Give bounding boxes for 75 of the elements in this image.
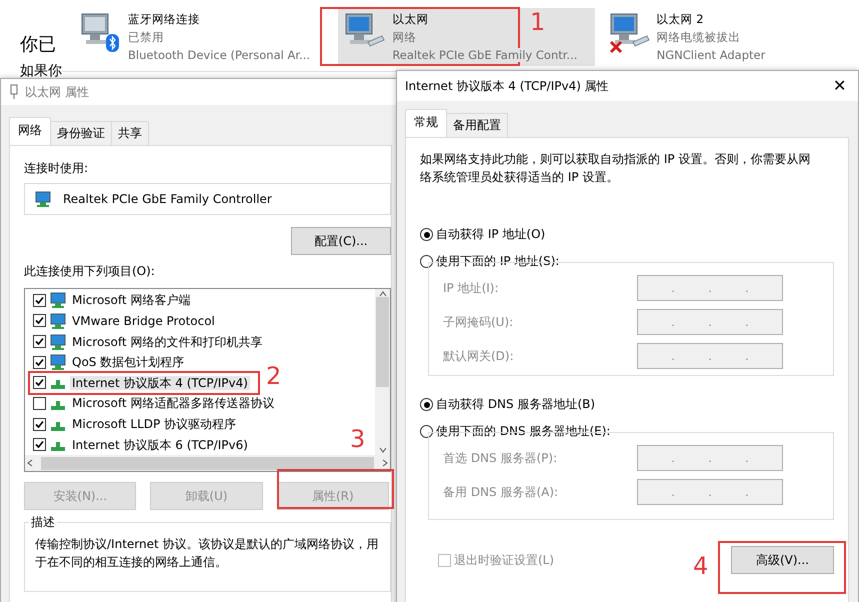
tab[interactable]: 常规	[405, 109, 447, 137]
checkbox[interactable]	[33, 376, 46, 390]
step-number: 2	[266, 364, 282, 388]
protocol-icon	[51, 422, 65, 431]
list-item[interactable]: Internet 协议版本 6 (TCP/IPv6)	[70, 438, 250, 452]
window-title: 以太网 属性	[25, 84, 90, 100]
protocol-icon	[51, 442, 65, 452]
adapter-name: Realtek PCIe GbE Family Controller	[63, 192, 272, 206]
scroll-right-icon[interactable]	[382, 459, 388, 467]
vertical-scrollbar[interactable]	[375, 289, 390, 455]
section-label: 此连接使用下列项目(O):	[24, 263, 156, 280]
radio-button[interactable]	[420, 228, 433, 241]
connection-status: 网络电缆被拔出	[656, 30, 741, 45]
window-title: Internet 协议版本 4 (TCP/IPv4) 属性	[405, 78, 610, 94]
horizontal-scrollbar[interactable]	[25, 455, 390, 471]
field-label: 子网掩码(U):	[443, 314, 514, 330]
list-item[interactable]: Microsoft 网络适配器多路传送器协议	[70, 396, 276, 410]
list-item[interactable]: Microsoft LLDP 协议驱动程序	[70, 417, 238, 432]
step-number: 4	[693, 554, 708, 578]
scroll-down-icon[interactable]	[378, 447, 386, 453]
network-client-icon	[50, 354, 66, 370]
page-text: 如果你	[20, 62, 62, 80]
list-item[interactable]: Microsoft 网络的文件和打印机共享	[70, 334, 264, 349]
connection-device: Realtek PCIe GbE Family Contr...	[392, 48, 578, 62]
connection-status: 网络	[392, 30, 416, 45]
tab[interactable]: 网络	[9, 117, 51, 145]
close-button[interactable]: ✕	[829, 76, 850, 96]
intro-text: 如果网络支持此功能，则可以获取自动指派的 IP 设置。否则，你需要从网络系统管理员处获得适当的 IP 设置。	[420, 151, 812, 186]
scroll-up-icon[interactable]	[378, 291, 386, 297]
protocol-icon	[51, 400, 65, 410]
list-item[interactable]: VMware Bridge Protocol	[70, 314, 217, 328]
radio-button[interactable]	[420, 398, 433, 411]
connection-device: NGNClient Adapter	[656, 48, 766, 62]
connection-name: 蓝牙网络连接	[128, 12, 200, 27]
step-number: 3	[350, 427, 366, 451]
description-text: 传输控制协议/Internet 协议。该协议是默认的广域网络协议，用于在不同的相互连接的网络上通信。	[35, 536, 380, 571]
field-label: IP 地址(I):	[443, 280, 499, 296]
checkbox[interactable]	[33, 314, 46, 328]
network-client-icon	[50, 292, 66, 308]
page-heading: 你已	[20, 33, 57, 56]
checkbox[interactable]	[33, 356, 46, 369]
network-client-icon	[50, 334, 66, 350]
checkbox[interactable]	[33, 294, 46, 307]
connection-item[interactable]: 以太网 2 网络电缆被拔出 NGNClient Adapter	[602, 8, 859, 66]
tab[interactable]: 共享	[111, 121, 149, 145]
tab[interactable]: 备用配置	[446, 113, 508, 137]
list-item[interactable]: Internet 协议版本 4 (TCP/IPv4)	[70, 376, 250, 390]
group-title: 描述	[30, 514, 56, 531]
list-item[interactable]: Microsoft 网络客户端	[70, 293, 192, 308]
radio-option[interactable]: 自动获得 DNS 服务器地址(B)	[420, 396, 834, 413]
list-item[interactable]: QoS 数据包计划程序	[70, 355, 186, 370]
radio-option[interactable]: 自动获得 IP 地址(O)	[420, 226, 834, 243]
connection-device: Bluetooth Device (Personal Ar...	[128, 48, 310, 62]
connection-name: 以太网	[392, 12, 428, 27]
scroll-left-icon[interactable]	[27, 459, 33, 467]
field-label: 首选 DNS 服务器(P):	[443, 450, 558, 466]
network-client-icon	[50, 312, 66, 329]
radio-button[interactable]	[420, 425, 433, 438]
radio-button[interactable]	[420, 255, 433, 268]
connection-item[interactable]: 蓝牙网络连接 已禁用 Bluetooth Device (Personal Ar...	[74, 8, 330, 66]
checkbox[interactable]	[33, 438, 46, 452]
checkbox[interactable]	[33, 418, 46, 431]
step-number: 1	[530, 10, 546, 34]
section-label: 连接时使用:	[24, 160, 90, 177]
field-label: 备用 DNS 服务器(A):	[443, 484, 558, 500]
protocol-icon	[51, 380, 65, 390]
configure-button[interactable]: 配置(C)...	[291, 227, 391, 255]
field-label: 默认网关(D):	[443, 348, 514, 364]
network-client-icon	[35, 191, 51, 207]
checkbox[interactable]	[33, 396, 46, 410]
advanced-button[interactable]: 高级(V)...	[731, 546, 834, 574]
connection-name: 以太网 2	[656, 12, 704, 27]
network-adapter-icon	[9, 84, 19, 100]
checkbox[interactable]	[33, 335, 46, 348]
connection-status: 已禁用	[128, 30, 164, 45]
